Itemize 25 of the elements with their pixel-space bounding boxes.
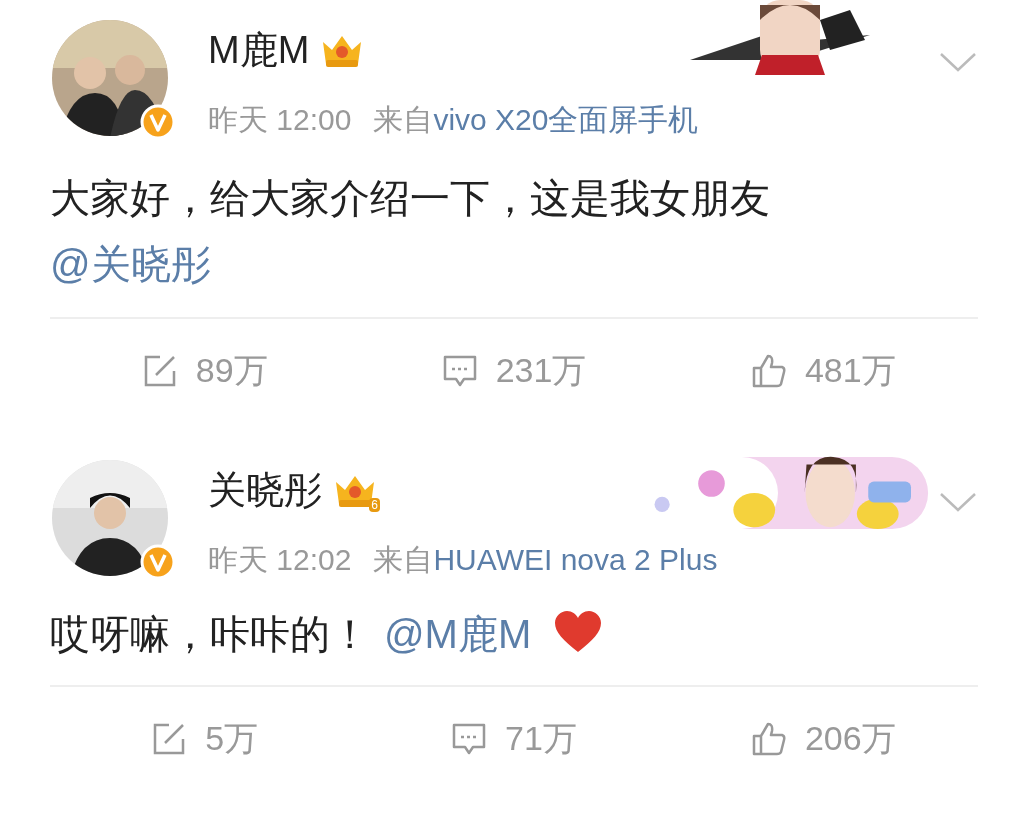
chevron-down-icon[interactable] <box>938 490 978 514</box>
via-label: 来自 <box>373 543 434 576</box>
post-text: 大家好，给大家介绍一下，这是我女朋友 <box>50 176 770 220</box>
level-number: 6 <box>369 498 380 512</box>
mention-link[interactable]: @关晓彤 <box>50 231 960 297</box>
stat-count: 71万 <box>505 718 577 759</box>
thumbs-up-icon[interactable] <box>750 353 787 389</box>
stat-count: 481万 <box>804 350 896 391</box>
mention-link[interactable]: @M鹿M <box>384 612 532 656</box>
comment-icon[interactable] <box>451 721 488 757</box>
post-time: 昨天 12:00 <box>208 102 352 138</box>
stat-count: 206万 <box>804 718 896 759</box>
chevron-down-icon[interactable] <box>938 50 978 74</box>
thumbs-up-icon[interactable] <box>750 721 787 757</box>
post-text: 哎呀嘛，咔咔的！ <box>50 612 370 656</box>
source-link[interactable]: HUAWEI nova 2 Plus <box>433 543 718 576</box>
via-label: 来自 <box>373 103 434 136</box>
stat-count: 231万 <box>495 350 587 391</box>
stat-count: 89万 <box>195 350 268 391</box>
post-time: 昨天 12:02 <box>208 542 352 578</box>
stat-count: 5万 <box>205 718 259 759</box>
user-name[interactable]: M鹿M <box>208 24 310 76</box>
comment-icon[interactable] <box>441 353 478 389</box>
source-link[interactable]: vivo X20全面屏手机 <box>433 103 699 136</box>
user-name[interactable]: 关晓彤 <box>208 464 322 516</box>
